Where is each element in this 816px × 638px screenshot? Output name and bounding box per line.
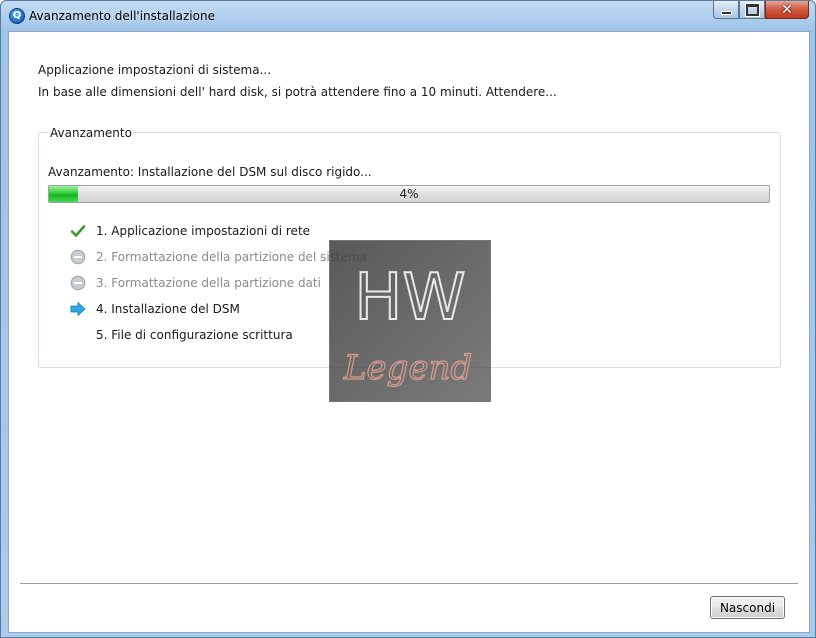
watermark-logo: HW Legend	[329, 240, 491, 402]
progress-label: Avanzamento: Installazione del DSM sul d…	[48, 165, 372, 179]
step-label: 4. Installazione del DSM	[96, 302, 240, 316]
wait-message: In base alle dimensioni dell' hard disk,…	[38, 85, 557, 99]
watermark-bottom-text: Legend	[343, 348, 472, 388]
maximize-button[interactable]	[739, 1, 765, 19]
app-icon: Q	[9, 8, 25, 24]
window-title: Avanzamento dell'installazione	[29, 9, 215, 23]
minus-circle-icon	[70, 275, 86, 291]
hide-button[interactable]: Nascondi	[710, 596, 785, 619]
caption-buttons: ✕	[713, 1, 809, 21]
step-label: 1. Applicazione impostazioni di rete	[96, 224, 311, 238]
dialog-content: Applicazione impostazioni di sistema... …	[8, 31, 810, 633]
status-message: Applicazione impostazioni di sistema...	[38, 63, 272, 77]
arrow-right-icon	[70, 302, 86, 316]
title-bar[interactable]: Q Avanzamento dell'installazione ✕	[1, 1, 815, 31]
close-icon: ✕	[781, 1, 793, 18]
progress-percent: 4%	[399, 187, 419, 201]
step-label: 5. File di configurazione scrittura	[96, 328, 293, 342]
watermark-top-text: HW	[354, 261, 465, 335]
minimize-button[interactable]	[713, 1, 739, 19]
step-label: 3. Formattazione della partizione dati	[96, 276, 321, 290]
close-button[interactable]: ✕	[765, 1, 809, 19]
step-label: 2. Formattazione della partizione del si…	[96, 250, 368, 264]
progress-group-legend: Avanzamento	[49, 126, 133, 140]
footer-separator	[20, 583, 798, 585]
minimize-icon	[720, 10, 732, 15]
progress-bar: 4%	[48, 185, 770, 203]
watermark-graphic: HW Legend	[342, 260, 472, 389]
check-icon	[70, 225, 86, 237]
minus-circle-icon	[70, 249, 86, 265]
maximize-icon	[745, 3, 759, 16]
installation-progress-window: Q Avanzamento dell'installazione ✕ Appli…	[0, 0, 816, 638]
